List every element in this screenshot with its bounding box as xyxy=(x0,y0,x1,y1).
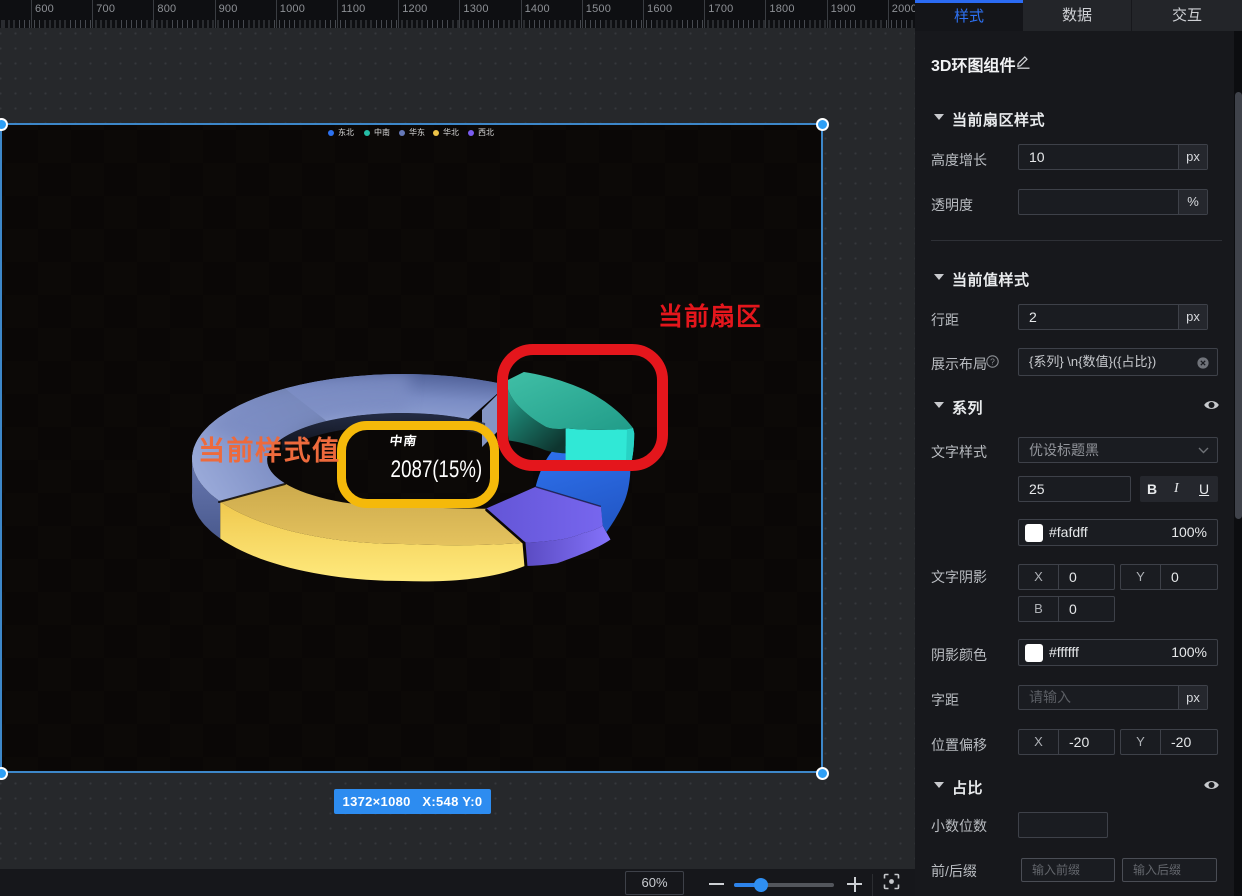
svg-text:?: ? xyxy=(990,356,995,366)
